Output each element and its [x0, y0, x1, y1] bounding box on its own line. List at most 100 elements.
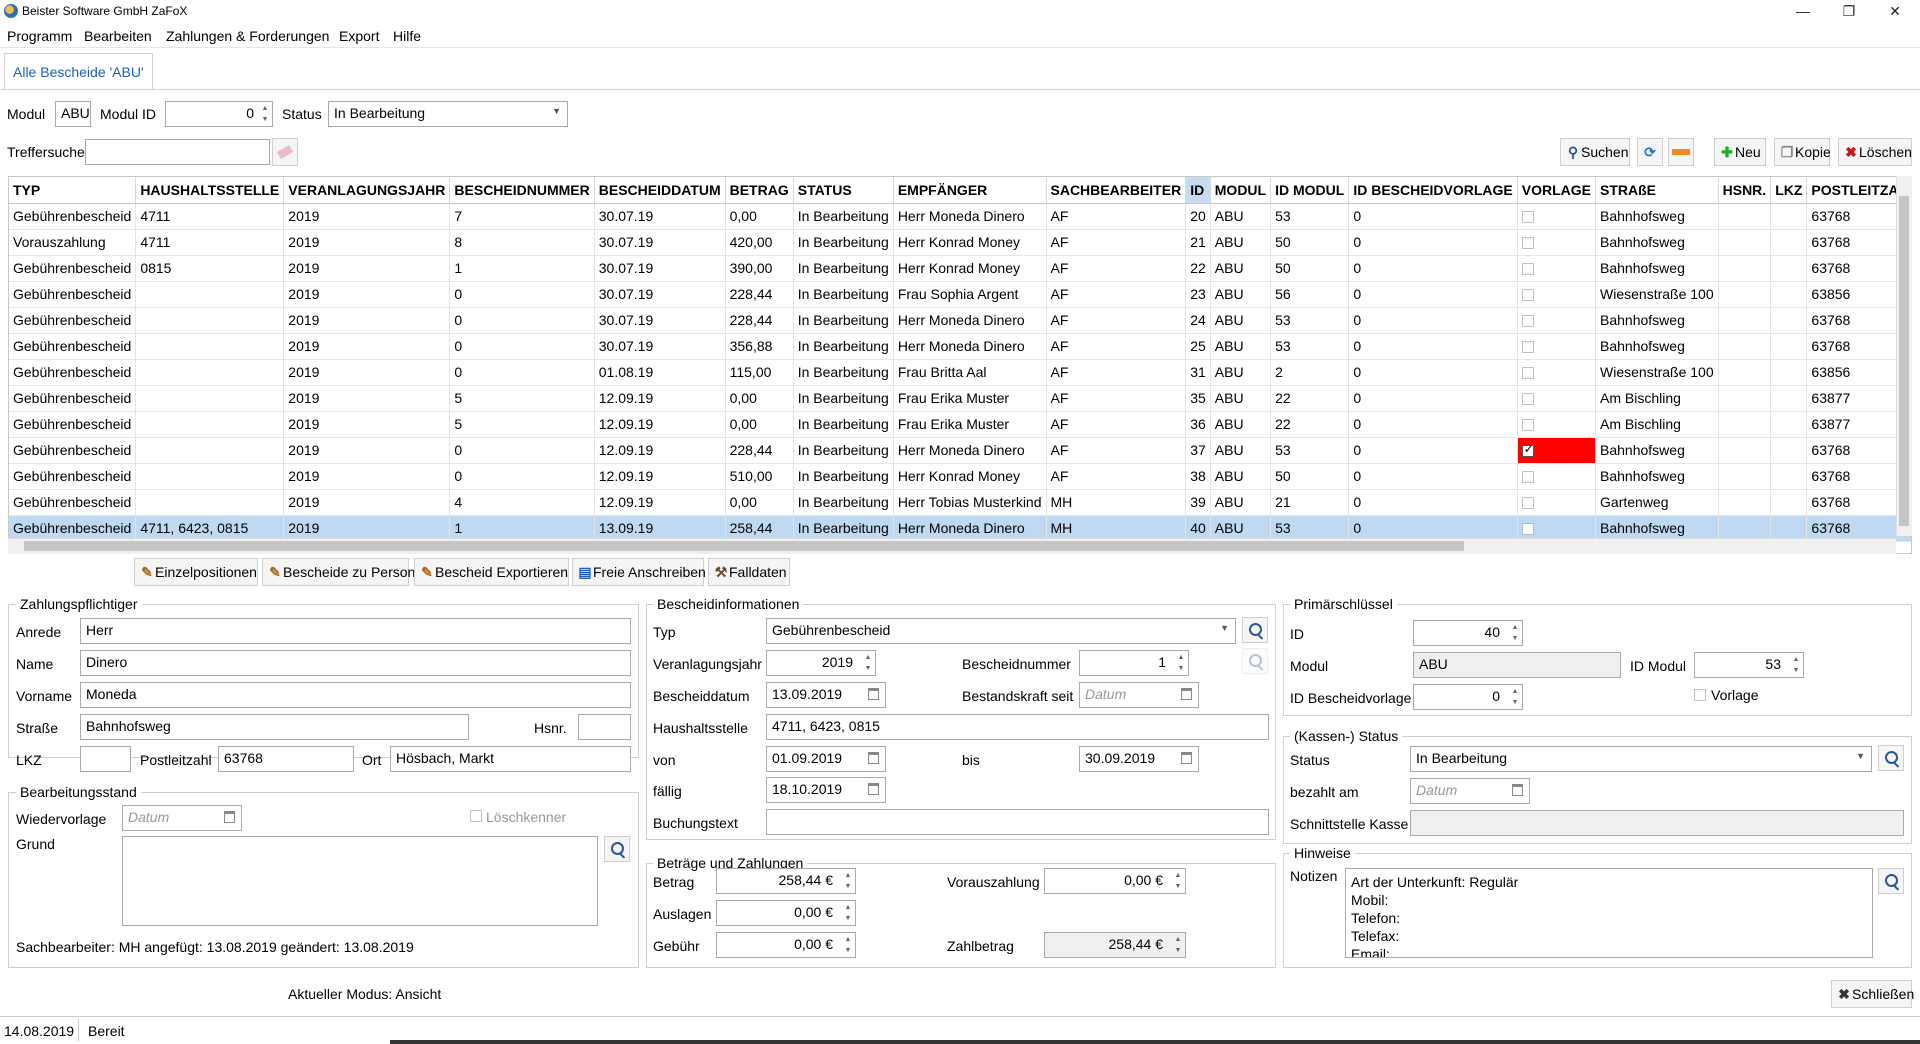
- menu-export[interactable]: Export: [339, 28, 379, 44]
- column-header[interactable]: ID MODUL: [1270, 177, 1350, 204]
- lkz-field[interactable]: [80, 746, 131, 772]
- buchungstext-field[interactable]: [766, 809, 1269, 835]
- column-header[interactable]: MODUL: [1210, 177, 1272, 204]
- grund-textarea[interactable]: [122, 836, 598, 926]
- minus-button[interactable]: [1668, 138, 1694, 166]
- calendar-icon[interactable]: [868, 783, 879, 795]
- menu-hilfe[interactable]: Hilfe: [393, 28, 421, 44]
- betrag-field[interactable]: 258,44 € ▲ ▼: [716, 868, 856, 894]
- table-row[interactable]: Gebührenbescheid 2019 0 12.09.19 228,44 In Be…: [9, 437, 1911, 464]
- jahr-field[interactable]: 2019 ▲ ▼: [766, 650, 876, 676]
- column-header[interactable]: ID BESCHEIDVORLAGE: [1348, 177, 1518, 204]
- menu-zahlungen[interactable]: Zahlungen & Forderungen: [166, 28, 329, 44]
- nummer-field[interactable]: 1 ▲ ▼: [1079, 650, 1189, 676]
- menu-bearbeiten[interactable]: Bearbeiten: [84, 28, 152, 44]
- column-header[interactable]: BESCHEIDNUMMER: [449, 177, 595, 204]
- loeschkenner-checkbox[interactable]: [470, 810, 482, 822]
- spinner-icon[interactable]: ▲ ▼: [842, 934, 854, 956]
- ort-field[interactable]: Hösbach, Markt: [390, 746, 631, 772]
- hsnr-field[interactable]: [578, 714, 631, 740]
- table-row[interactable]: Gebührenbescheid 2019 5 12.09.19 0,00 In Bear…: [9, 411, 1911, 438]
- gebuehr-field[interactable]: 0,00 € ▲ ▼: [716, 932, 856, 958]
- vorlage-checkbox[interactable]: [1521, 419, 1534, 432]
- haushaltsstelle-field[interactable]: 4711, 6423, 0815: [766, 714, 1269, 740]
- treffersuche-input[interactable]: [85, 139, 270, 165]
- calendar-icon[interactable]: [1512, 784, 1523, 796]
- spinner-icon[interactable]: ▲ ▼: [1509, 686, 1521, 708]
- table-row[interactable]: Vorauszahlung 4711 2019 8 30.07.19 420,00 In B…: [9, 229, 1911, 256]
- column-header[interactable]: SACHBEARBEITER: [1046, 177, 1187, 204]
- loeschen-button[interactable]: ✖ Löschen: [1838, 138, 1912, 166]
- column-header[interactable]: STRAßE: [1595, 177, 1719, 204]
- table-row[interactable]: Gebührenbescheid 2019 0 01.08.19 115,00 In Be…: [9, 359, 1911, 386]
- spinner-icon[interactable]: ▲ ▼: [862, 652, 874, 674]
- von-field[interactable]: 01.09.2019: [766, 746, 886, 772]
- minimize-icon[interactable]: —: [1780, 0, 1826, 22]
- table-row[interactable]: Gebührenbescheid 4711 2019 7 30.07.19 0,00 In …: [9, 203, 1911, 230]
- spinner-icon[interactable]: ▲ ▼: [842, 870, 854, 892]
- idmodul-field[interactable]: 53 ▲ ▼: [1694, 652, 1804, 678]
- strasse-field[interactable]: Bahnhofsweg: [80, 714, 469, 740]
- bezahlt-field[interactable]: Datum: [1410, 778, 1530, 804]
- clear-search-button[interactable]: [272, 138, 298, 166]
- modul-id-field[interactable]: 0 ▲ ▼: [165, 101, 273, 127]
- vorlage-checkbox[interactable]: [1521, 211, 1534, 224]
- vorlage-checkbox[interactable]: [1521, 497, 1534, 510]
- table-row[interactable]: Gebührenbescheid 0815 2019 1 30.07.19 390,00 I…: [9, 255, 1911, 282]
- schliessen-button[interactable]: ✖ Schließen: [1831, 980, 1914, 1008]
- vertical-scrollbar-thumb[interactable]: [1899, 196, 1909, 526]
- maximize-icon[interactable]: ❐: [1826, 0, 1872, 22]
- typ-search-icon[interactable]: [1242, 617, 1268, 643]
- horizontal-scrollbar-thumb[interactable]: [24, 541, 1464, 551]
- zahlbetrag-field[interactable]: 258,44 € ▲ ▼: [1044, 932, 1186, 958]
- column-header[interactable]: HSNR.: [1718, 177, 1772, 204]
- refresh-icon[interactable]: ⟳: [1637, 138, 1663, 166]
- spinner-icon[interactable]: ▲ ▼: [1172, 870, 1184, 892]
- kasse-status-select[interactable]: In Bearbeitung ▼: [1410, 746, 1872, 772]
- column-header[interactable]: EMPFÄNGER: [893, 177, 1047, 204]
- vorlage-checkbox[interactable]: [1521, 315, 1534, 328]
- bescheiddatum-field[interactable]: 13.09.2019: [766, 682, 886, 708]
- vorlage-checkbox[interactable]: [1521, 367, 1534, 380]
- modul-pk-field[interactable]: ABU: [1413, 652, 1621, 678]
- typ-select[interactable]: Gebührenbescheid ▼: [766, 618, 1236, 644]
- kopie-button[interactable]: ❐ Kopie: [1774, 138, 1831, 166]
- table-row[interactable]: Gebührenbescheid 2019 4 12.09.19 0,00 In Bear…: [9, 489, 1911, 516]
- table-row[interactable]: Gebührenbescheid 2019 0 30.07.19 228,44 In Be…: [9, 307, 1911, 334]
- vorlage-checkbox[interactable]: [1521, 263, 1534, 276]
- suchen-button[interactable]: ⚲ Suchen: [1560, 138, 1630, 166]
- idvorlage-field[interactable]: 0 ▲ ▼: [1413, 684, 1523, 710]
- auslagen-field[interactable]: 0,00 € ▲ ▼: [716, 900, 856, 926]
- column-header[interactable]: LKZ: [1770, 177, 1808, 204]
- column-header[interactable]: TYP: [9, 177, 137, 204]
- vorlage-checkbox[interactable]: [1521, 237, 1534, 250]
- vorlage-checkbox[interactable]: [1521, 442, 1534, 458]
- column-header[interactable]: ID: [1185, 177, 1211, 204]
- schnittstelle-field[interactable]: [1410, 810, 1904, 836]
- notizen-textarea[interactable]: Art der Unterkunft: Regulär Mobil: Telef…: [1345, 868, 1873, 958]
- table-row[interactable]: Gebührenbescheid 2019 0 30.07.19 356,88 In Be…: [9, 333, 1911, 360]
- column-header[interactable]: BETRAG: [725, 177, 794, 204]
- column-header[interactable]: VERANLAGUNGSJAHR: [283, 177, 451, 204]
- table-row[interactable]: Gebührenbescheid 2019 0 12.09.19 510,00 In Be…: [9, 463, 1911, 490]
- freie-anschreiben-button[interactable]: ▤Freie Anschreiben: [572, 558, 706, 586]
- calendar-icon[interactable]: [868, 688, 879, 700]
- name-field[interactable]: Dinero: [80, 650, 631, 676]
- spinner-icon[interactable]: ▲ ▼: [1172, 934, 1184, 956]
- bestandskraft-field[interactable]: Datum: [1079, 682, 1199, 708]
- neu-button[interactable]: ✚ Neu: [1714, 138, 1766, 166]
- table-row[interactable]: Gebührenbescheid 2019 0 30.07.19 228,44 In Be…: [9, 281, 1911, 308]
- vorlage-checkbox[interactable]: [1521, 341, 1534, 354]
- spinner-icon[interactable]: ▲ ▼: [842, 902, 854, 924]
- calendar-icon[interactable]: [224, 811, 235, 823]
- tab-alle-bescheide[interactable]: Alle Bescheide 'ABU': [4, 53, 153, 89]
- grund-search-icon[interactable]: [604, 836, 630, 862]
- vorlage-checkbox[interactable]: [1521, 471, 1534, 484]
- vorlage-checkbox[interactable]: [1694, 689, 1706, 701]
- column-header[interactable]: STATUS: [793, 177, 894, 204]
- calendar-icon[interactable]: [868, 752, 879, 764]
- vorlage-checkbox[interactable]: [1521, 393, 1534, 406]
- faellig-field[interactable]: 18.10.2019: [766, 777, 886, 803]
- vorlage-checkbox[interactable]: [1521, 289, 1534, 302]
- vorname-field[interactable]: Moneda: [80, 682, 631, 708]
